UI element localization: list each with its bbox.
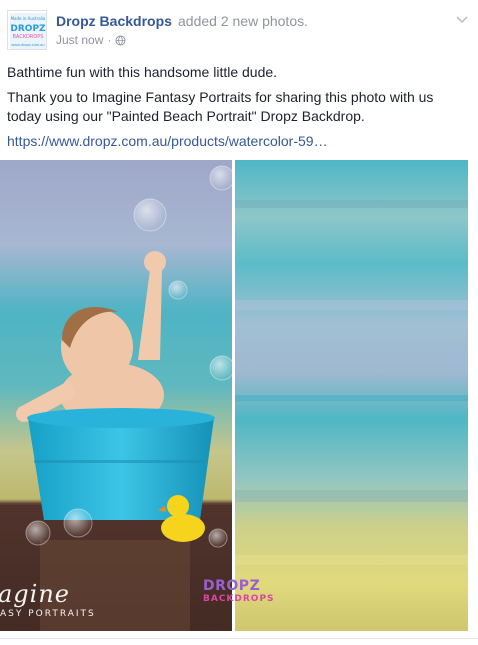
avatar-line-1: Made in Australia <box>11 16 46 21</box>
watermark-sub: ASY PORTRAITS <box>0 609 96 619</box>
dropz-watermark-logo: DROPZ BACKDROPS <box>203 578 281 628</box>
post-text-line: Bathtime fun with this handsome little d… <box>7 64 278 80</box>
chevron-down-icon[interactable] <box>455 12 469 24</box>
watermark-line: DROPZ <box>203 578 261 594</box>
avatar-line-3: BACKDROPS <box>13 34 44 40</box>
post-meta: Just now · <box>56 33 126 47</box>
post-text-line: today using our "Painted Beach Portrait"… <box>7 108 365 124</box>
post-timestamp[interactable]: Just now <box>56 33 103 47</box>
product-link[interactable]: https://www.dropz.com.au/products/waterc… <box>7 130 328 152</box>
avatar-line-4: www.dropz.com.au <box>11 43 44 47</box>
photo-backdrop[interactable] <box>235 160 468 631</box>
post-divider <box>0 638 478 639</box>
avatar-line-2: DROPZ <box>10 24 46 34</box>
feed-post: Made in Australia DROPZ BACKDROPS www.dr… <box>0 0 478 645</box>
photo-grid: agine ASY PORTRAITS DROPZ BACKDROPS <box>0 160 468 631</box>
watermark-main: agine <box>0 580 71 608</box>
post-action-text: added 2 new photos. <box>178 13 308 29</box>
watermark-line: BACKDROPS <box>203 594 275 604</box>
globe-icon[interactable] <box>115 35 126 46</box>
meta-separator: · <box>107 33 112 47</box>
page-avatar[interactable]: Made in Australia DROPZ BACKDROPS www.dr… <box>7 10 47 50</box>
photo-child-in-tub[interactable]: agine ASY PORTRAITS <box>0 160 232 631</box>
page-name-link[interactable]: Dropz Backdrops <box>56 13 172 29</box>
